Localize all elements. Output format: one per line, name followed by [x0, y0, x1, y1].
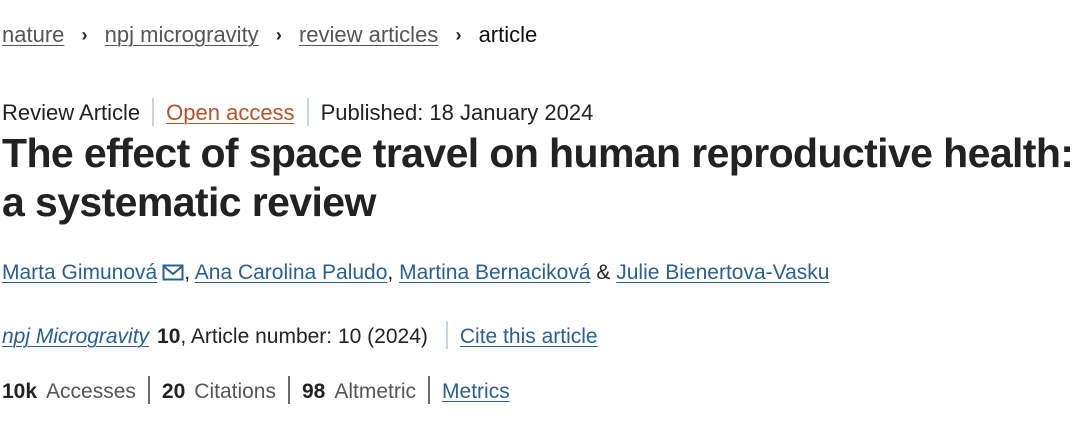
article-number: , Article number: 10 (2024) — [180, 325, 428, 348]
article-title: The effect of space travel on human repr… — [2, 130, 1074, 225]
meta-divider — [306, 98, 309, 126]
journal-volume: 10 — [157, 325, 181, 348]
open-access-link[interactable]: Open access — [166, 100, 294, 125]
journal-info: npj Microgravity 10, Article number: 10 (… — [2, 321, 598, 352]
altmetric-score: 98 — [301, 380, 326, 403]
breadcrumb-journal-link[interactable]: npj microgravity — [105, 22, 259, 47]
citations-label: Citations — [194, 380, 276, 403]
journal-divider — [445, 321, 448, 349]
breadcrumb-separator-icon: › — [275, 25, 282, 45]
metrics-link[interactable]: Metrics — [442, 380, 510, 403]
breadcrumb-separator-icon: › — [455, 25, 462, 45]
metrics-divider — [287, 376, 290, 404]
mail-icon[interactable] — [162, 264, 184, 282]
metrics-divider — [428, 376, 431, 404]
author-ampersand: & — [596, 261, 611, 284]
breadcrumb-separator-icon: › — [81, 25, 88, 45]
meta-divider — [152, 98, 155, 126]
author-separator: , — [387, 261, 394, 284]
accesses-label: Accesses — [46, 380, 136, 403]
article-type: Review Article — [2, 100, 141, 125]
author-link[interactable]: Ana Carolina Paludo — [195, 261, 388, 284]
author-separator: , — [184, 261, 191, 284]
author-link[interactable]: Marta Gimunová — [2, 261, 157, 284]
article-header: nature › npj microgravity › review artic… — [0, 0, 1080, 442]
accesses-count: 10k — [2, 380, 38, 403]
altmetric-label: Altmetric — [334, 380, 417, 403]
article-metrics: 10k Accesses 20 Citations 98 Altmetric Metrics — [2, 376, 510, 407]
breadcrumb-current: article — [478, 22, 538, 47]
breadcrumb-review-articles-link[interactable]: review articles — [299, 22, 438, 47]
journal-name-link[interactable]: npj Microgravity — [2, 325, 149, 348]
author-link[interactable]: Martina Bernaciková — [399, 261, 590, 284]
metrics-divider — [147, 376, 150, 404]
citations-count: 20 — [161, 380, 186, 403]
article-meta: Review Article Open access Published: 18 J… — [2, 98, 593, 128]
cite-this-article-link[interactable]: Cite this article — [460, 325, 598, 348]
published-date: Published: 18 January 2024 — [320, 100, 594, 125]
breadcrumb-nature-link[interactable]: nature — [2, 22, 64, 47]
author-link[interactable]: Julie Bienertova-Vasku — [616, 261, 829, 284]
author-list: Marta Gimunová, Ana Carolina Paludo, Mar… — [2, 258, 829, 288]
breadcrumb: nature › npj microgravity › review artic… — [2, 20, 537, 51]
